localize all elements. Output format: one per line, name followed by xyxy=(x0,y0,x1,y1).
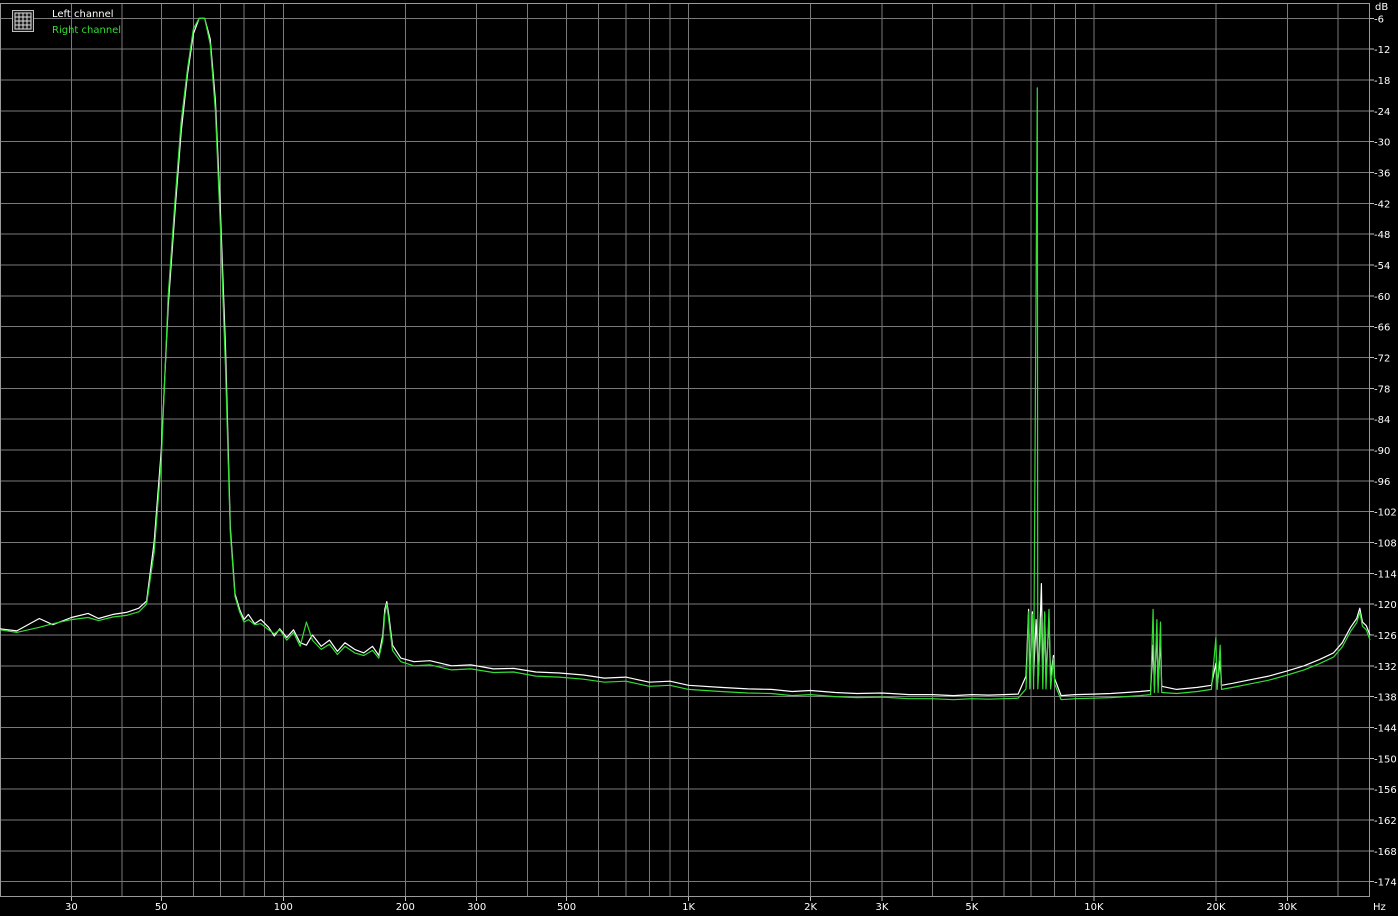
y-tick-label: -66 xyxy=(1374,323,1390,334)
x-tick-label: 200 xyxy=(396,902,415,913)
x-tick-label: 2K xyxy=(804,902,817,913)
y-tick-label: -150 xyxy=(1374,754,1397,765)
y-tick-label: -72 xyxy=(1374,354,1390,365)
x-tick-label: 100 xyxy=(274,902,293,913)
x-tick-label: 20K xyxy=(1206,902,1226,913)
x-tick-label: 50 xyxy=(155,902,168,913)
y-tick-label: -42 xyxy=(1374,199,1390,210)
x-tick-label: 500 xyxy=(557,902,576,913)
y-tick-label: -138 xyxy=(1374,693,1397,704)
x-unit-label: Hz xyxy=(1373,902,1386,913)
y-tick-label: -168 xyxy=(1374,847,1397,858)
y-tick-label: -36 xyxy=(1374,169,1390,180)
y-tick-label: -48 xyxy=(1374,230,1390,241)
y-tick-label: -24 xyxy=(1374,107,1390,118)
y-tick-label: -156 xyxy=(1374,785,1397,796)
y-tick-label: -144 xyxy=(1374,723,1397,734)
y-tick-label: -84 xyxy=(1374,415,1390,426)
y-tick-label: -30 xyxy=(1374,138,1390,149)
y-tick-label: -96 xyxy=(1374,477,1390,488)
y-tick-label: -126 xyxy=(1374,631,1397,642)
y-tick-label: -102 xyxy=(1374,508,1397,519)
grid-icon[interactable] xyxy=(12,10,34,32)
x-tick-label: 30 xyxy=(65,902,78,913)
y-tick-label: -114 xyxy=(1374,569,1397,580)
y-tick-label: -120 xyxy=(1374,600,1397,611)
x-tick-label: 300 xyxy=(467,902,486,913)
spectrum-plot: 30 50 100 200 300 500 1K 2K 3K 5K 10K 20K 30K -6 -12 -… xyxy=(0,0,1398,916)
x-tick-label: 1K xyxy=(682,902,695,913)
y-unit-label: dB xyxy=(1375,2,1388,13)
y-tick-label: -60 xyxy=(1374,292,1390,303)
y-tick-label: -6 xyxy=(1374,14,1384,25)
y-tick-label: -18 xyxy=(1374,76,1390,87)
plot-background xyxy=(0,0,1398,916)
legend-entry-right-channel: Right channel xyxy=(52,25,122,36)
y-tick-label: -90 xyxy=(1374,446,1390,457)
y-tick-label: -108 xyxy=(1374,538,1397,549)
y-tick-label: -162 xyxy=(1374,816,1397,827)
y-tick-label: -132 xyxy=(1374,662,1397,673)
spectrum-chart: 30 50 100 200 300 500 1K 2K 3K 5K 10K 20K 30K -6 -12 -… xyxy=(0,0,1398,916)
x-tick-label: 10K xyxy=(1084,902,1104,913)
x-tick-label: 30K xyxy=(1278,902,1298,913)
x-tick-label: 5K xyxy=(965,902,978,913)
y-tick-label: -12 xyxy=(1374,45,1390,56)
y-tick-label: -78 xyxy=(1374,384,1390,395)
y-tick-label: -174 xyxy=(1374,878,1397,889)
x-tick-label: 3K xyxy=(876,902,889,913)
legend-entry-left-channel: Left channel xyxy=(52,9,114,20)
y-tick-label: -54 xyxy=(1374,261,1390,272)
